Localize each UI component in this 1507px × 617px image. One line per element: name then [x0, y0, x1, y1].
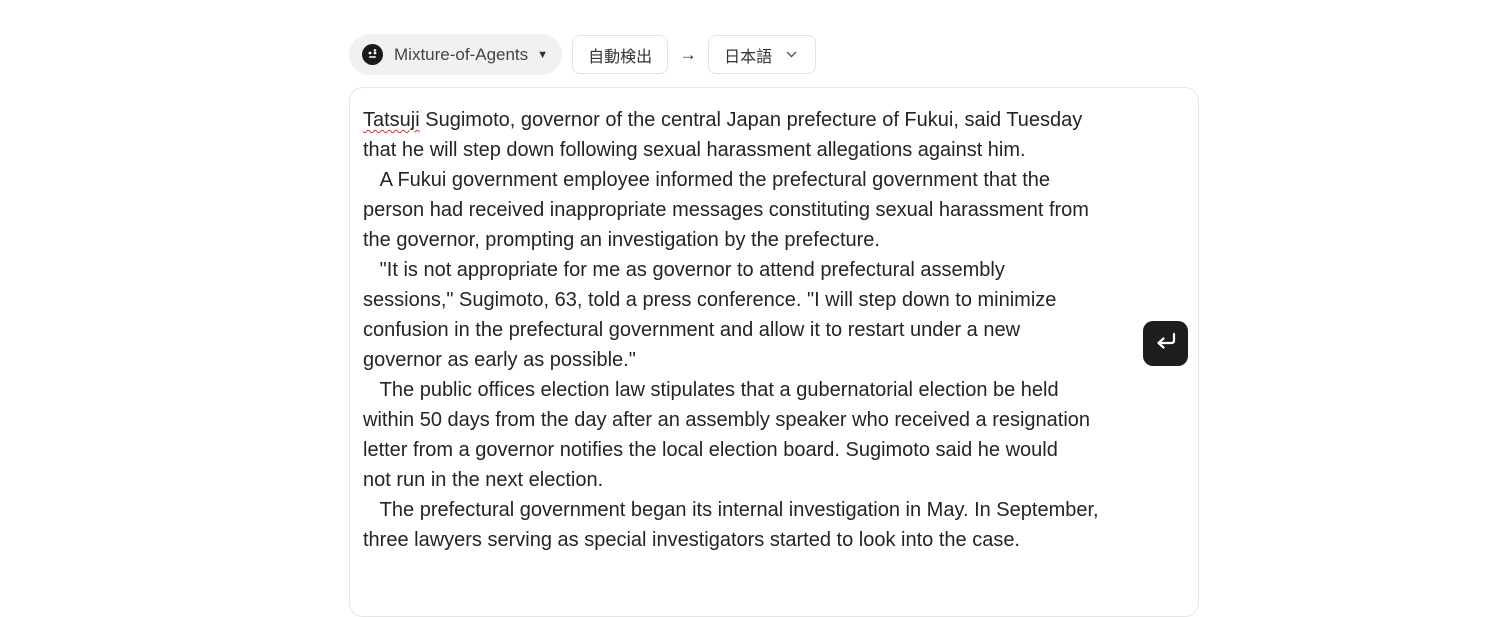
- target-language-label: 日本語: [724, 46, 773, 66]
- model-selector[interactable]: Mixture-of-Agents ▼: [349, 34, 563, 75]
- agents-icon: [362, 44, 383, 65]
- translation-toolbar: Mixture-of-Agents ▼ 自動検出 → 日本語: [349, 34, 817, 75]
- misspelled-word: Tatsuji: [363, 109, 420, 131]
- caret-down-icon: ▼: [537, 48, 549, 61]
- source-text-body: Sugimoto, governor of the central Japan …: [363, 109, 1099, 551]
- chevron-down-icon: [786, 51, 797, 58]
- submit-button[interactable]: [1143, 321, 1188, 366]
- source-text[interactable]: Tatsuji Sugimoto, governor of the centra…: [363, 105, 1143, 555]
- source-language-label: 自動検出: [588, 46, 653, 66]
- target-language-dropdown[interactable]: 日本語: [708, 35, 817, 74]
- arrow-right-icon: →: [679, 44, 697, 64]
- model-label: Mixture-of-Agents: [394, 44, 529, 64]
- source-language-button[interactable]: 自動検出: [572, 35, 669, 74]
- source-text-editor[interactable]: Tatsuji Sugimoto, governor of the centra…: [349, 87, 1199, 617]
- enter-icon: [1155, 332, 1177, 355]
